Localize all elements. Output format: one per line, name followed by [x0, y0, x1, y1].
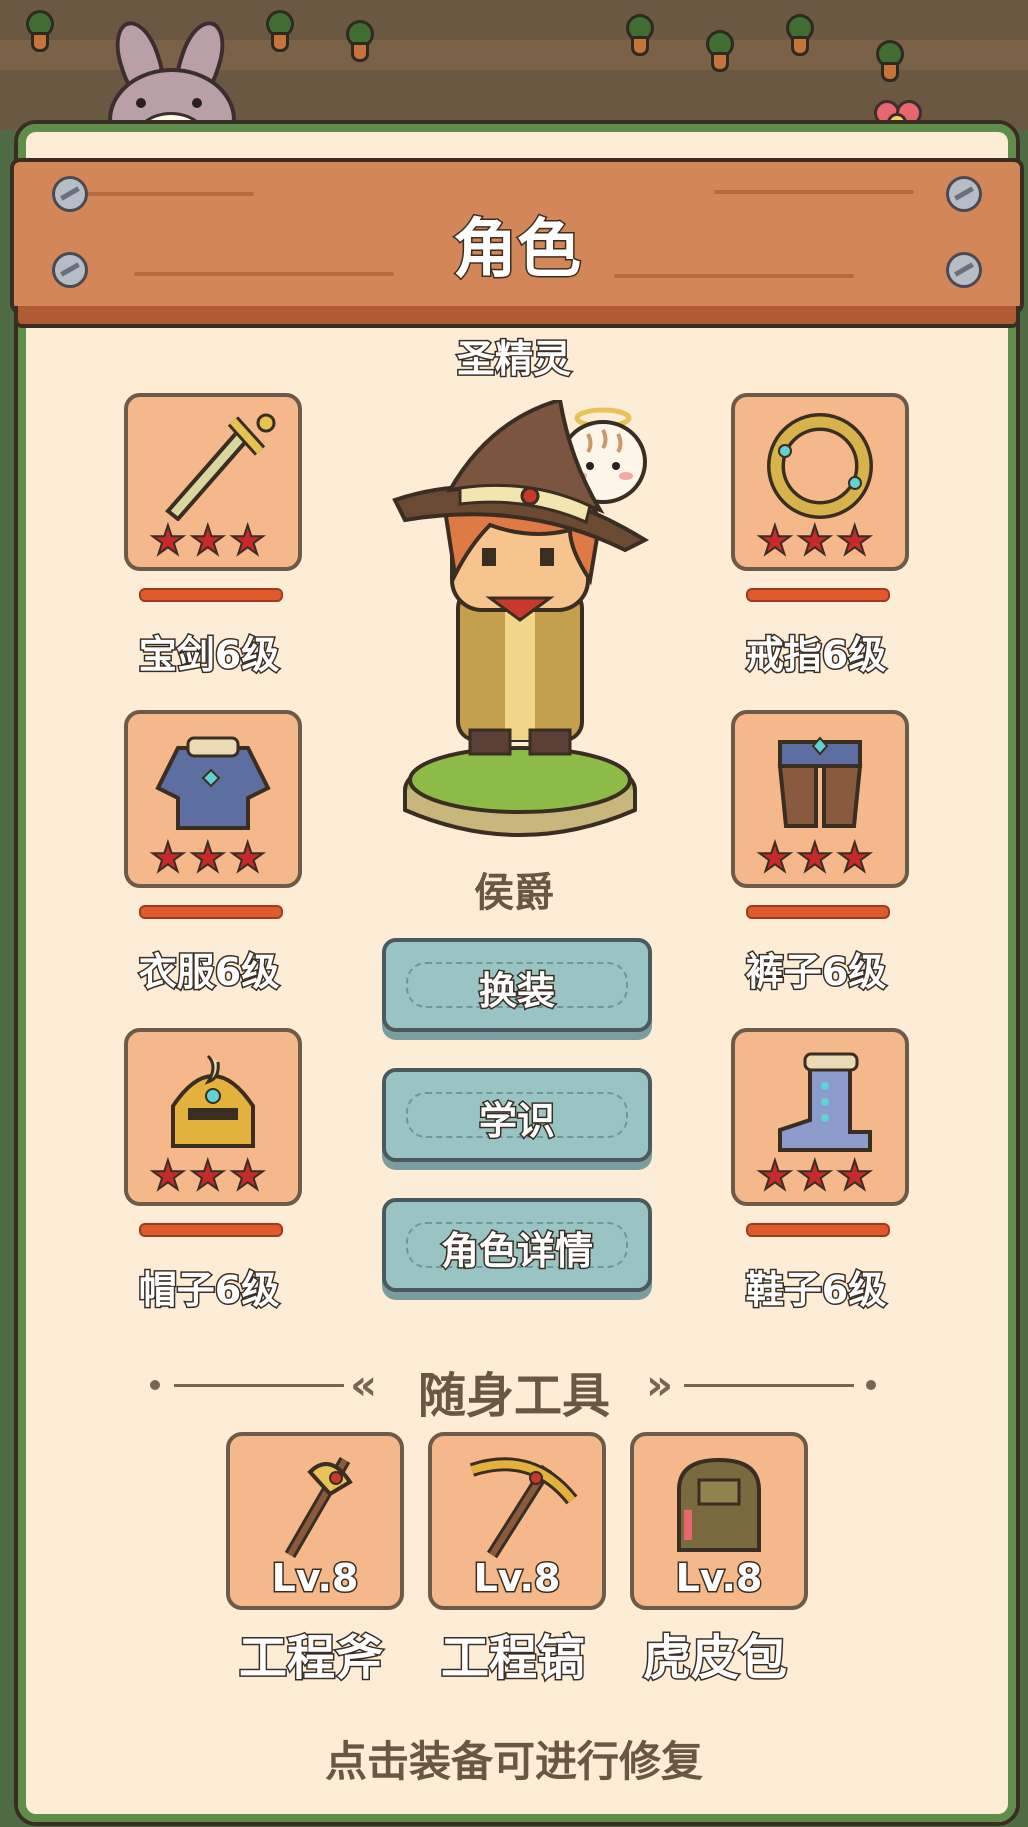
character-details-button[interactable]: 角色详情: [382, 1198, 652, 1292]
star-rating: ★ ★ ★: [756, 518, 874, 564]
durability-bar: [139, 588, 283, 602]
character-rank: 侯爵: [474, 870, 554, 916]
equipment-slot-ring[interactable]: ★ ★ ★: [731, 393, 909, 571]
durability-bar: [746, 1223, 890, 1237]
tool-label: 工程镐: [439, 1629, 586, 1688]
star-icon: ★: [796, 1153, 834, 1199]
helmet-icon: [171, 1054, 255, 1148]
button-label: 换装: [477, 968, 556, 1015]
equipment-label: 帽子6级: [137, 1267, 280, 1314]
ring-icon: [767, 413, 873, 519]
header-plank: 角色: [10, 158, 1024, 328]
section-title: 随身工具: [417, 1368, 610, 1424]
equipment-slot-sword[interactable]: ★ ★ ★: [124, 393, 302, 571]
star-icon: ★: [189, 1153, 227, 1199]
star-rating: ★ ★ ★: [756, 1153, 874, 1199]
tool-level: Lv.8: [270, 1555, 360, 1602]
tool-label: 虎皮包: [641, 1629, 788, 1688]
equipment-label: 裤子6级: [744, 949, 887, 996]
equipment-label: 戒指6级: [744, 632, 887, 679]
tool-label: 工程斧: [237, 1629, 384, 1688]
star-icon: ★: [756, 518, 794, 564]
star-icon: ★: [836, 1153, 874, 1199]
durability-bar: [746, 588, 890, 602]
tool-level: Lv.8: [472, 1555, 562, 1602]
spirit-name: 圣精灵: [455, 336, 572, 383]
tool-slot-axe[interactable]: Lv.8: [226, 1432, 404, 1610]
backpack-icon: [677, 1457, 761, 1552]
character-avatar[interactable]: [390, 400, 650, 840]
star-icon: ★: [796, 518, 834, 564]
equipment-label: 鞋子6级: [744, 1267, 887, 1314]
pants-icon: [777, 736, 863, 828]
star-icon: ★: [189, 518, 227, 564]
star-icon: ★: [836, 518, 874, 564]
star-icon: ★: [149, 518, 187, 564]
boot-icon: [778, 1052, 872, 1152]
page-title: 角色: [452, 212, 583, 289]
equipment-slot-boots[interactable]: ★ ★ ★: [731, 1028, 909, 1206]
tool-level: Lv.8: [674, 1555, 764, 1602]
sword-icon: [165, 413, 276, 521]
tool-slot-pickaxe[interactable]: Lv.8: [428, 1432, 606, 1610]
star-icon: ★: [756, 1153, 794, 1199]
star-rating: ★ ★ ★: [149, 1153, 267, 1199]
chevron-right-icon: »: [646, 1360, 674, 1409]
star-icon: ★: [229, 1153, 267, 1199]
star-icon: ★: [149, 1153, 187, 1199]
durability-bar: [139, 1223, 283, 1237]
change-outfit-button[interactable]: 换装: [382, 938, 652, 1032]
repair-hint: 点击装备可进行修复: [324, 1737, 703, 1786]
axe-icon: [284, 1456, 353, 1559]
star-icon: ★: [229, 518, 267, 564]
equipment-slot-helmet[interactable]: ★ ★ ★: [124, 1028, 302, 1206]
equipment-label: 衣服6级: [137, 949, 280, 996]
knowledge-button[interactable]: 学识: [382, 1068, 652, 1162]
button-label: 角色详情: [439, 1228, 594, 1275]
equipment-label: 宝剑6级: [137, 632, 280, 679]
button-label: 学识: [477, 1098, 556, 1145]
tools-section-header: « 随身工具 »: [150, 1356, 878, 1424]
pickaxe-icon: [469, 1457, 578, 1559]
armor-icon: [155, 736, 271, 830]
star-rating: ★ ★ ★: [149, 518, 267, 564]
tool-slot-backpack[interactable]: Lv.8: [630, 1432, 808, 1610]
